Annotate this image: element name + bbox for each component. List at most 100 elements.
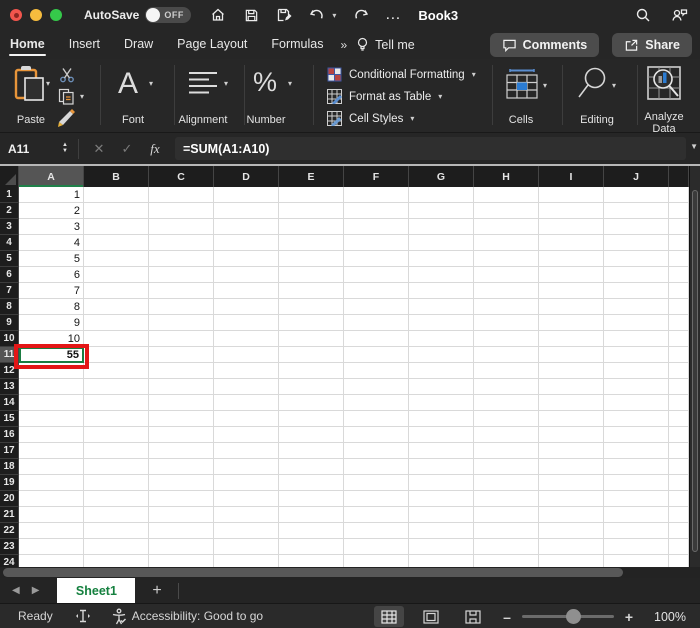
minimize-button[interactable] (30, 9, 42, 21)
cell-E22[interactable] (279, 523, 344, 539)
alignment-dropdown-chevron[interactable]: ▾ (224, 79, 228, 88)
cell-E18[interactable] (279, 459, 344, 475)
cell-C22[interactable] (149, 523, 214, 539)
cell-E17[interactable] (279, 443, 344, 459)
format-painter-button[interactable] (57, 109, 77, 128)
cell-J14[interactable] (604, 395, 669, 411)
tab-home[interactable]: Home (9, 32, 46, 58)
cell-B10[interactable] (84, 331, 149, 347)
cell-H5[interactable] (474, 251, 539, 267)
cell-partial-18[interactable] (669, 459, 689, 475)
cell-G14[interactable] (409, 395, 474, 411)
cell-H8[interactable] (474, 299, 539, 315)
horizontal-scrollbar[interactable] (0, 567, 700, 578)
cell-A9[interactable]: 9 (19, 315, 84, 331)
cell-B3[interactable] (84, 219, 149, 235)
cell-B17[interactable] (84, 443, 149, 459)
cell-B19[interactable] (84, 475, 149, 491)
cell-F22[interactable] (344, 523, 409, 539)
row-header-17[interactable]: 17 (0, 443, 19, 459)
cell-D19[interactable] (214, 475, 279, 491)
cell-E14[interactable] (279, 395, 344, 411)
cell-E7[interactable] (279, 283, 344, 299)
cell-H14[interactable] (474, 395, 539, 411)
cell-E9[interactable] (279, 315, 344, 331)
cell-H1[interactable] (474, 187, 539, 203)
cell-H20[interactable] (474, 491, 539, 507)
row-header-23[interactable]: 23 (0, 539, 19, 555)
cell-partial-16[interactable] (669, 427, 689, 443)
cell-I16[interactable] (539, 427, 604, 443)
cell-B1[interactable] (84, 187, 149, 203)
cell-I4[interactable] (539, 235, 604, 251)
cell-F7[interactable] (344, 283, 409, 299)
column-header-F[interactable]: F (344, 166, 409, 187)
cell-C8[interactable] (149, 299, 214, 315)
cell-E4[interactable] (279, 235, 344, 251)
cell-A20[interactable] (19, 491, 84, 507)
cell-B7[interactable] (84, 283, 149, 299)
cell-J17[interactable] (604, 443, 669, 459)
cell-A21[interactable] (19, 507, 84, 523)
cell-H2[interactable] (474, 203, 539, 219)
cell-C10[interactable] (149, 331, 214, 347)
cell-I11[interactable] (539, 347, 604, 363)
share-people-icon[interactable] (670, 6, 688, 24)
row-header-8[interactable]: 8 (0, 299, 19, 315)
cell-D4[interactable] (214, 235, 279, 251)
cell-C1[interactable] (149, 187, 214, 203)
fullscreen-button[interactable] (50, 9, 62, 21)
cell-partial-13[interactable] (669, 379, 689, 395)
cancel-icon[interactable]: ✕ (85, 141, 113, 157)
cell-I9[interactable] (539, 315, 604, 331)
cell-B9[interactable] (84, 315, 149, 331)
cell-D1[interactable] (214, 187, 279, 203)
cell-H23[interactable] (474, 539, 539, 555)
cell-J13[interactable] (604, 379, 669, 395)
cell-D11[interactable] (214, 347, 279, 363)
cell-J23[interactable] (604, 539, 669, 555)
row-header-4[interactable]: 4 (0, 235, 19, 251)
row-header-16[interactable]: 16 (0, 427, 19, 443)
cell-D3[interactable] (214, 219, 279, 235)
cell-B20[interactable] (84, 491, 149, 507)
column-header-partial[interactable] (669, 166, 689, 187)
cell-partial-6[interactable] (669, 267, 689, 283)
save-icon[interactable] (242, 6, 260, 24)
cell-J4[interactable] (604, 235, 669, 251)
row-header-21[interactable]: 21 (0, 507, 19, 523)
cell-G19[interactable] (409, 475, 474, 491)
cell-H21[interactable] (474, 507, 539, 523)
alignment-button[interactable] (188, 71, 218, 95)
cell-J3[interactable] (604, 219, 669, 235)
cell-G2[interactable] (409, 203, 474, 219)
accessibility-status[interactable]: Accessibility: Good to go (132, 609, 263, 623)
cell-J16[interactable] (604, 427, 669, 443)
vertical-scrollbar-thumb[interactable] (692, 190, 698, 552)
cell-J21[interactable] (604, 507, 669, 523)
cell-C16[interactable] (149, 427, 214, 443)
cell-G6[interactable] (409, 267, 474, 283)
cell-partial-3[interactable] (669, 219, 689, 235)
cell-J19[interactable] (604, 475, 669, 491)
cell-C3[interactable] (149, 219, 214, 235)
cell-I21[interactable] (539, 507, 604, 523)
cell-B18[interactable] (84, 459, 149, 475)
column-header-A[interactable]: A (19, 166, 84, 187)
cell-I7[interactable] (539, 283, 604, 299)
column-header-J[interactable]: J (604, 166, 669, 187)
cell-A16[interactable] (19, 427, 84, 443)
cell-G10[interactable] (409, 331, 474, 347)
cell-B8[interactable] (84, 299, 149, 315)
cell-B5[interactable] (84, 251, 149, 267)
undo-icon[interactable] (308, 6, 326, 24)
row-header-6[interactable]: 6 (0, 267, 19, 283)
cell-A8[interactable]: 8 (19, 299, 84, 315)
next-sheet-icon[interactable]: ▶ (32, 585, 40, 596)
insert-function-icon[interactable]: fx (141, 141, 169, 157)
cell-B23[interactable] (84, 539, 149, 555)
cell-G23[interactable] (409, 539, 474, 555)
cell-H18[interactable] (474, 459, 539, 475)
cell-F9[interactable] (344, 315, 409, 331)
cell-H7[interactable] (474, 283, 539, 299)
